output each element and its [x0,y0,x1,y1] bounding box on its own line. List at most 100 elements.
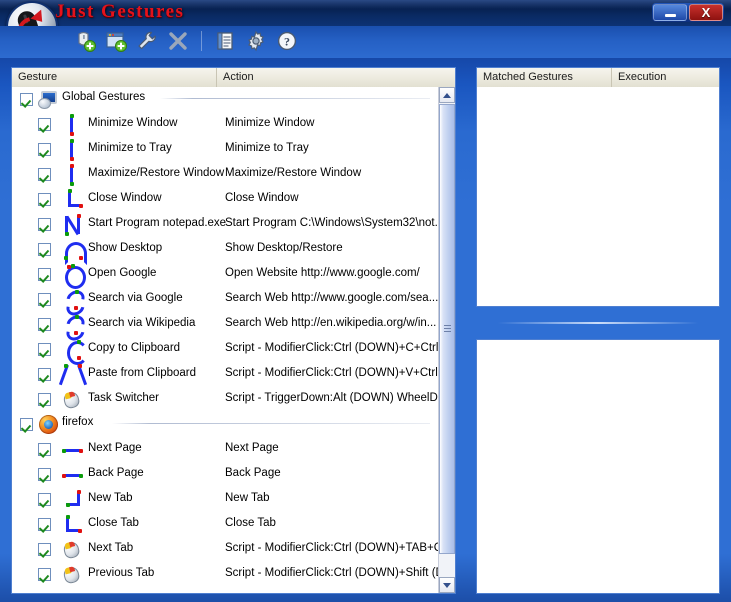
tree-row[interactable]: Search via Google Search Web http://www.g… [12,286,438,320]
row-checkbox[interactable] [38,193,51,206]
minimize-button[interactable] [653,4,687,21]
tree-row[interactable]: Next Tab Script - ModifierClick:Ctrl (DOW… [12,537,438,562]
gesture-action-label: Close Window [225,192,299,204]
tree-group-label: Global Gestures [62,91,146,103]
svg-text:?: ? [284,35,290,49]
gesture-tree-header: Gesture Action [12,68,455,88]
gesture-action-label: New Tab [225,492,270,504]
gesture-action-label: Next Page [225,442,279,454]
row-checkbox[interactable] [38,443,51,456]
add-gesture-icon[interactable] [72,28,98,54]
row-checkbox[interactable] [20,418,33,431]
tree-row[interactable]: Close Window Close Window [12,187,438,212]
row-checkbox[interactable] [38,243,51,256]
tree-group-label: firefox [62,416,94,428]
properties-wrench-icon[interactable] [134,28,160,54]
row-checkbox[interactable] [38,318,51,331]
row-checkbox[interactable] [38,118,51,131]
row-checkbox[interactable] [38,568,51,581]
row-checkbox[interactable] [38,493,51,506]
gesture-action-label: Script - ModifierClick:Ctrl (DOWN)+TAB+C… [225,542,438,554]
gesture-name-label: Paste from Clipboard [88,367,197,379]
tree-row[interactable]: Maximize/Restore Window Maximize/Restore … [12,162,438,187]
gesture-name-label: Back Page [88,467,144,479]
gesture-detail-panel[interactable] [476,339,720,594]
close-button[interactable]: X [689,4,723,21]
gesture-action-label: Open Website http://www.google.com/ [225,267,420,279]
scroll-up-arrow[interactable] [439,87,455,103]
column-header-matched-gestures[interactable]: Matched Gestures [477,68,612,87]
gesture-tree-panel: Gesture Action Global Gestures Minimize W… [11,67,456,594]
tree-group-row[interactable]: firefox [12,412,438,437]
gesture-glyph-line-up [62,164,84,186]
gesture-action-label: Script - TriggerDown:Alt (DOWN) WheelD..… [225,392,438,404]
gesture-action-label: Search Web http://en.wikipedia.org/w/in.… [225,317,437,329]
gesture-glyph-mouse [62,564,84,585]
panel-splitter[interactable] [476,311,720,335]
column-header-action[interactable]: Action [217,68,438,87]
application-window: Just Gestures X ? Gesture Action Global … [0,0,731,602]
tree-row[interactable]: Minimize Window Minimize Window [12,112,438,137]
matched-gestures-header: Matched Gestures Execution [477,68,719,88]
column-header-gesture[interactable]: Gesture [12,68,217,87]
gesture-name-label: Show Desktop [88,242,163,254]
tree-row[interactable]: Task Switcher Script - TriggerDown:Alt (D… [12,387,438,412]
gesture-glyph-circle-O [62,264,86,289]
row-checkbox[interactable] [38,393,51,406]
delete-x-icon[interactable] [165,28,191,54]
tree-vertical-scrollbar[interactable] [438,87,455,593]
tree-row[interactable]: Back Page Back Page [12,462,438,487]
add-application-icon[interactable] [103,28,129,54]
row-checkbox[interactable] [38,343,51,356]
matched-gestures-list[interactable] [477,87,719,306]
tree-row[interactable]: Paste from Clipboard Script - ModifierCli… [12,362,438,387]
gesture-name-label: Previous Tab [88,567,155,579]
gesture-detail-area[interactable] [477,340,719,593]
row-checkbox[interactable] [38,268,51,281]
row-checkbox[interactable] [38,168,51,181]
gesture-action-label: Script - ModifierClick:Ctrl (DOWN)+Shift… [225,567,438,579]
row-checkbox[interactable] [38,468,51,481]
gesture-glyph-line-left [62,464,84,485]
tree-row[interactable]: Show Desktop Show Desktop/Restore [12,237,438,265]
tree-row[interactable]: Start Program notepad.exe Start Program C… [12,212,438,237]
gesture-name-label: Close Tab [88,517,139,529]
matched-gestures-panel: Matched Gestures Execution [476,67,720,307]
gesture-glyph-line-down [62,114,84,136]
gesture-name-label: Search via Wikipedia [88,317,196,329]
help-question-icon[interactable]: ? [274,28,300,54]
gesture-glyph-corner-up-right [62,489,84,510]
monitor-icon [38,89,59,109]
log-icon[interactable] [212,28,238,54]
row-checkbox[interactable] [38,218,51,231]
tree-row[interactable]: Search via Wikipedia Search Web http://en… [12,311,438,345]
row-checkbox[interactable] [38,543,51,556]
tree-row[interactable]: Next Page Next Page [12,437,438,462]
row-checkbox[interactable] [38,143,51,156]
tree-row[interactable]: Copy to Clipboard Script - ModifierClick:… [12,337,438,365]
gesture-glyph-mouse [62,539,84,560]
gesture-glyph-arch [62,239,87,265]
tree-row[interactable]: Open Google Open Website http://www.googl… [12,262,438,289]
gesture-name-label: Copy to Clipboard [88,342,181,354]
tree-row[interactable]: Close Tab Close Tab [12,512,438,537]
gesture-name-label: Task Switcher [88,392,159,404]
title-bar: Just Gestures X [0,0,731,26]
tree-row[interactable]: Minimize to Tray Minimize to Tray [12,137,438,162]
row-checkbox[interactable] [38,293,51,306]
scrollbar-thumb[interactable] [439,104,455,554]
window-controls: X [652,3,724,22]
row-checkbox[interactable] [38,368,51,381]
row-checkbox[interactable] [38,518,51,531]
column-header-execution[interactable]: Execution [612,68,719,87]
close-icon: X [701,5,711,20]
row-checkbox[interactable] [20,93,33,106]
tree-row[interactable]: New Tab New Tab [12,487,438,512]
gesture-action-label: Maximize/Restore Window [225,167,362,179]
gesture-name-label: Minimize to Tray [88,142,172,154]
scroll-down-arrow[interactable] [439,577,455,593]
tree-group-row[interactable]: Global Gestures [12,87,438,112]
splitter-grip [498,322,698,324]
tree-row[interactable]: Previous Tab Script - ModifierClick:Ctrl … [12,562,438,587]
options-gear-icon[interactable] [243,28,269,54]
